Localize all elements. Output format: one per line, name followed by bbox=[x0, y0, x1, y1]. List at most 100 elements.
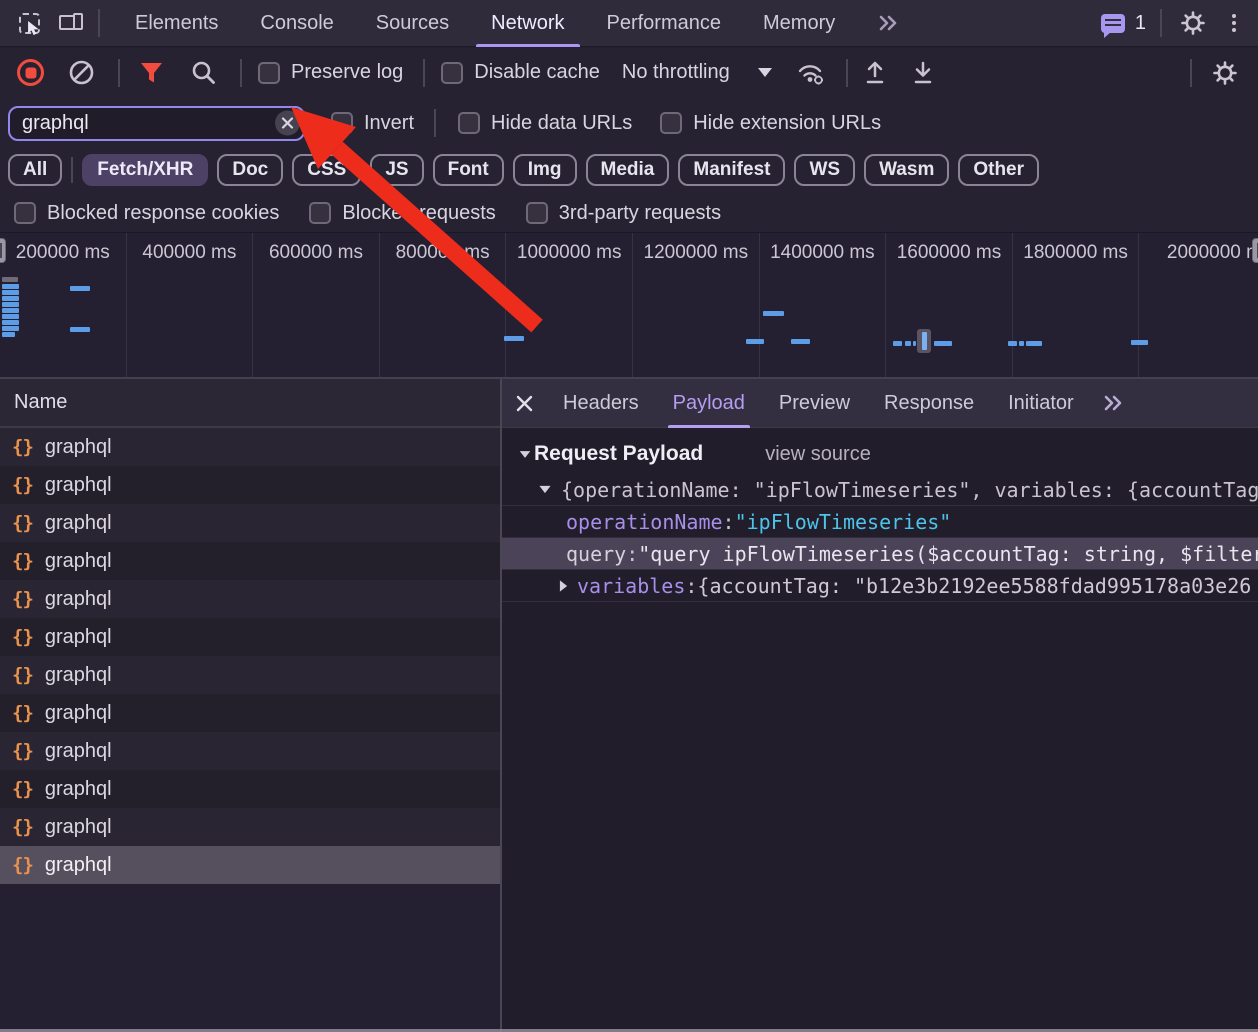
hide-extension-urls-group[interactable]: Hide extension URLs bbox=[660, 112, 881, 135]
blocked-requests-checkbox[interactable] bbox=[309, 202, 332, 224]
tab-memory[interactable]: Memory bbox=[742, 0, 856, 47]
column-header-name[interactable]: Name bbox=[0, 379, 500, 428]
disable-cache-checkbox-group[interactable]: Disable cache bbox=[441, 61, 600, 84]
filter-toggle-button[interactable] bbox=[134, 56, 168, 90]
clear-network-log-button[interactable] bbox=[64, 56, 98, 90]
detail-tab-headers[interactable]: Headers bbox=[546, 379, 656, 428]
request-row[interactable]: {} graphql bbox=[0, 580, 500, 618]
clear-filter-button[interactable] bbox=[275, 110, 300, 136]
waterfall-bar[interactable] bbox=[70, 327, 90, 332]
waterfall-bar[interactable] bbox=[2, 296, 19, 301]
more-options-kebab-icon[interactable] bbox=[1224, 10, 1244, 36]
invert-checkbox-group[interactable]: Invert bbox=[331, 112, 414, 135]
record-network-log-button[interactable] bbox=[17, 59, 44, 86]
blocked-response-cookies-checkbox[interactable] bbox=[14, 202, 36, 224]
detail-tab-payload[interactable]: Payload bbox=[656, 379, 762, 428]
waterfall-bar[interactable] bbox=[1019, 341, 1024, 346]
preserve-log-checkbox[interactable] bbox=[258, 61, 280, 84]
tab-console[interactable]: Console bbox=[239, 0, 354, 47]
waterfall-bar[interactable] bbox=[2, 284, 19, 289]
waterfall-bar[interactable] bbox=[1026, 341, 1042, 346]
disable-cache-checkbox[interactable] bbox=[441, 61, 464, 84]
device-toolbar-icon[interactable] bbox=[54, 6, 88, 40]
tab-sources[interactable]: Sources bbox=[355, 0, 470, 47]
payload-tree-row-4[interactable]: variables: {accountTag: "b12e3b2192ee558… bbox=[502, 570, 1258, 602]
waterfall-bar[interactable] bbox=[1131, 340, 1148, 345]
search-network-button[interactable] bbox=[186, 56, 220, 90]
waterfall-bar[interactable] bbox=[763, 311, 784, 316]
throttling-select[interactable]: No throttling bbox=[622, 61, 772, 84]
detail-tab-preview[interactable]: Preview bbox=[762, 379, 867, 428]
console-messages-button[interactable]: 1 bbox=[1100, 12, 1146, 38]
inspect-element-icon[interactable] bbox=[12, 6, 46, 40]
filter-text-input[interactable] bbox=[8, 105, 305, 141]
chip-doc[interactable]: Doc bbox=[217, 154, 284, 186]
settings-gear-icon[interactable] bbox=[1176, 6, 1210, 40]
detail-tab-initiator[interactable]: Initiator bbox=[991, 379, 1091, 428]
waterfall-bar[interactable] bbox=[913, 341, 916, 346]
chip-fetch-xhr[interactable]: Fetch/XHR bbox=[82, 154, 209, 186]
network-settings-gear-icon[interactable] bbox=[1208, 56, 1242, 90]
invert-checkbox[interactable] bbox=[331, 112, 353, 134]
panel-split-divider[interactable] bbox=[500, 379, 502, 1032]
chip-js[interactable]: JS bbox=[370, 154, 424, 186]
waterfall-bar[interactable] bbox=[2, 308, 19, 313]
request-row[interactable]: {} graphql bbox=[0, 504, 500, 542]
tab-elements[interactable]: Elements bbox=[114, 0, 239, 47]
waterfall-bar[interactable] bbox=[2, 332, 15, 337]
waterfall-bar[interactable] bbox=[2, 320, 19, 325]
request-row[interactable]: {} graphql bbox=[0, 656, 500, 694]
view-source-link[interactable]: view source bbox=[765, 443, 871, 466]
waterfall-bar[interactable] bbox=[70, 286, 90, 291]
payload-tree-row-2[interactable]: operationName: "ipFlowTimeseries" bbox=[502, 506, 1258, 538]
overview-left-grip[interactable] bbox=[0, 238, 6, 263]
waterfall-bar[interactable] bbox=[2, 326, 19, 331]
network-overview-timeline[interactable]: 200000 ms 400000 ms 600000 ms 800000 ms 1000… bbox=[0, 233, 1258, 379]
chip-media[interactable]: Media bbox=[585, 154, 670, 186]
waterfall-bar[interactable] bbox=[2, 302, 19, 307]
waterfall-bar[interactable] bbox=[504, 336, 524, 341]
detail-tab-response[interactable]: Response bbox=[867, 379, 991, 428]
overview-right-grip[interactable] bbox=[1252, 238, 1258, 263]
blocked-response-cookies-group[interactable]: Blocked response cookies bbox=[14, 202, 279, 225]
payload-tree-row-1[interactable]: {operationName: "ipFlowTimeseries", vari… bbox=[502, 474, 1258, 506]
hide-extension-urls-checkbox[interactable] bbox=[660, 112, 683, 134]
waterfall-bar[interactable] bbox=[746, 339, 764, 344]
request-row[interactable]: {} graphql bbox=[0, 466, 500, 504]
hide-data-urls-group[interactable]: Hide data URLs bbox=[458, 112, 632, 135]
waterfall-bar[interactable] bbox=[893, 341, 902, 346]
payload-tree-row-3[interactable]: query: "query ipFlowTimeseries($accountT… bbox=[502, 538, 1258, 570]
chip-wasm[interactable]: Wasm bbox=[864, 154, 950, 186]
chip-img[interactable]: Img bbox=[512, 154, 577, 186]
import-har-button[interactable] bbox=[858, 56, 892, 90]
request-row[interactable]: {} graphql bbox=[0, 618, 500, 656]
request-row[interactable]: {} graphql bbox=[0, 428, 500, 466]
more-detail-tabs-button[interactable] bbox=[1097, 386, 1131, 420]
request-row[interactable]: {} graphql bbox=[0, 694, 500, 732]
waterfall-bar[interactable] bbox=[905, 341, 911, 346]
tab-network[interactable]: Network bbox=[470, 0, 585, 47]
expander-closed-icon[interactable] bbox=[559, 579, 568, 592]
request-payload-title[interactable]: Request Payload bbox=[518, 442, 703, 466]
third-party-requests-checkbox[interactable] bbox=[525, 202, 548, 224]
chip-ws[interactable]: WS bbox=[794, 154, 856, 186]
request-row[interactable]: {} graphql bbox=[0, 846, 500, 884]
chip-font[interactable]: Font bbox=[432, 154, 504, 186]
waterfall-bar[interactable] bbox=[791, 339, 810, 344]
request-row[interactable]: {} graphql bbox=[0, 542, 500, 580]
third-party-requests-group[interactable]: 3rd-party requests bbox=[525, 202, 721, 225]
more-panels-button[interactable] bbox=[856, 0, 922, 47]
tab-performance[interactable]: Performance bbox=[586, 0, 743, 47]
request-row[interactable]: {} graphql bbox=[0, 732, 500, 770]
close-detail-button[interactable] bbox=[502, 379, 546, 428]
chip-manifest[interactable]: Manifest bbox=[678, 154, 786, 186]
chip-css[interactable]: CSS bbox=[292, 154, 362, 186]
network-conditions-button[interactable] bbox=[794, 56, 828, 90]
request-row[interactable]: {} graphql bbox=[0, 770, 500, 808]
waterfall-bar[interactable] bbox=[1008, 341, 1017, 346]
waterfall-bar[interactable] bbox=[2, 314, 19, 319]
waterfall-bar[interactable] bbox=[2, 277, 18, 282]
hide-data-urls-checkbox[interactable] bbox=[458, 112, 481, 134]
chip-other[interactable]: Other bbox=[958, 154, 1040, 186]
waterfall-bar[interactable] bbox=[2, 290, 19, 295]
